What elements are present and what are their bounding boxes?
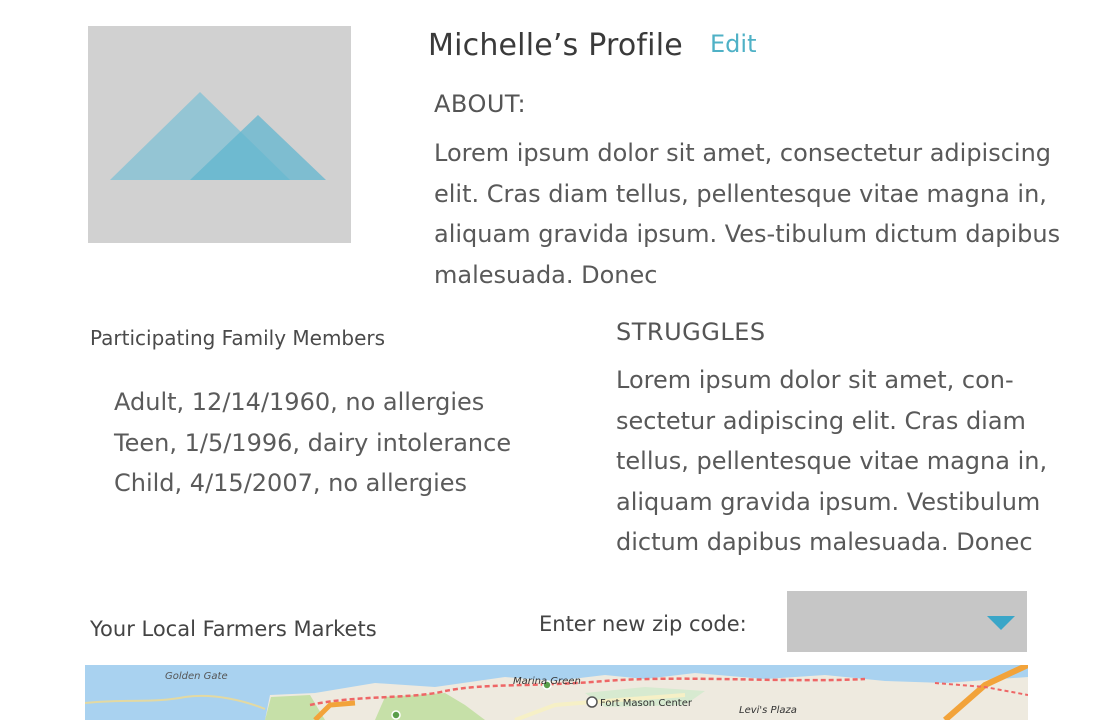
- profile-photo-placeholder: [88, 26, 351, 243]
- family-member-item: Adult, 12/14/1960, no allergies: [114, 388, 485, 416]
- struggles-label: STRUGGLES: [616, 318, 766, 346]
- caret-down-icon[interactable]: [987, 616, 1015, 630]
- edit-profile-link[interactable]: Edit: [710, 30, 756, 58]
- map-label: Levi's Plaza: [739, 705, 797, 716]
- family-member-item: Child, 4/15/2007, no allergies: [114, 469, 468, 497]
- farmers-markets-heading: Your Local Farmers Markets: [90, 617, 377, 641]
- farmers-market-map[interactable]: Golden Gate Marina Green Fort Mason Cent…: [85, 665, 1028, 720]
- about-label: ABOUT:: [434, 90, 527, 118]
- family-member-item: Teen, 1/5/1996, dairy intolerance: [114, 428, 512, 457]
- map-pin-icon: [586, 696, 598, 708]
- zip-code-dropdown[interactable]: [787, 591, 1027, 652]
- family-members-list: Adult, 12/14/1960, no allergies Teen, 1/…: [114, 382, 511, 504]
- struggles-text: Lorem ipsum dolor sit amet, con-sectetur…: [616, 366, 1048, 556]
- family-members-heading: Participating Family Members: [90, 326, 386, 350]
- map-label: Marina Green: [513, 676, 581, 687]
- mountain-image-icon: [110, 92, 326, 180]
- map-graphic: Golden Gate Marina Green Fort Mason Cent…: [85, 665, 1028, 720]
- map-pin-icon: [391, 710, 401, 720]
- zip-code-label: Enter new zip code:: [539, 612, 747, 636]
- map-label: Golden Gate: [165, 671, 228, 682]
- about-text: Lorem ipsum dolor sit amet, consectetur …: [434, 139, 1061, 289]
- map-label: Fort Mason Center: [600, 698, 693, 709]
- page-title: Michelle’s Profile: [428, 28, 683, 63]
